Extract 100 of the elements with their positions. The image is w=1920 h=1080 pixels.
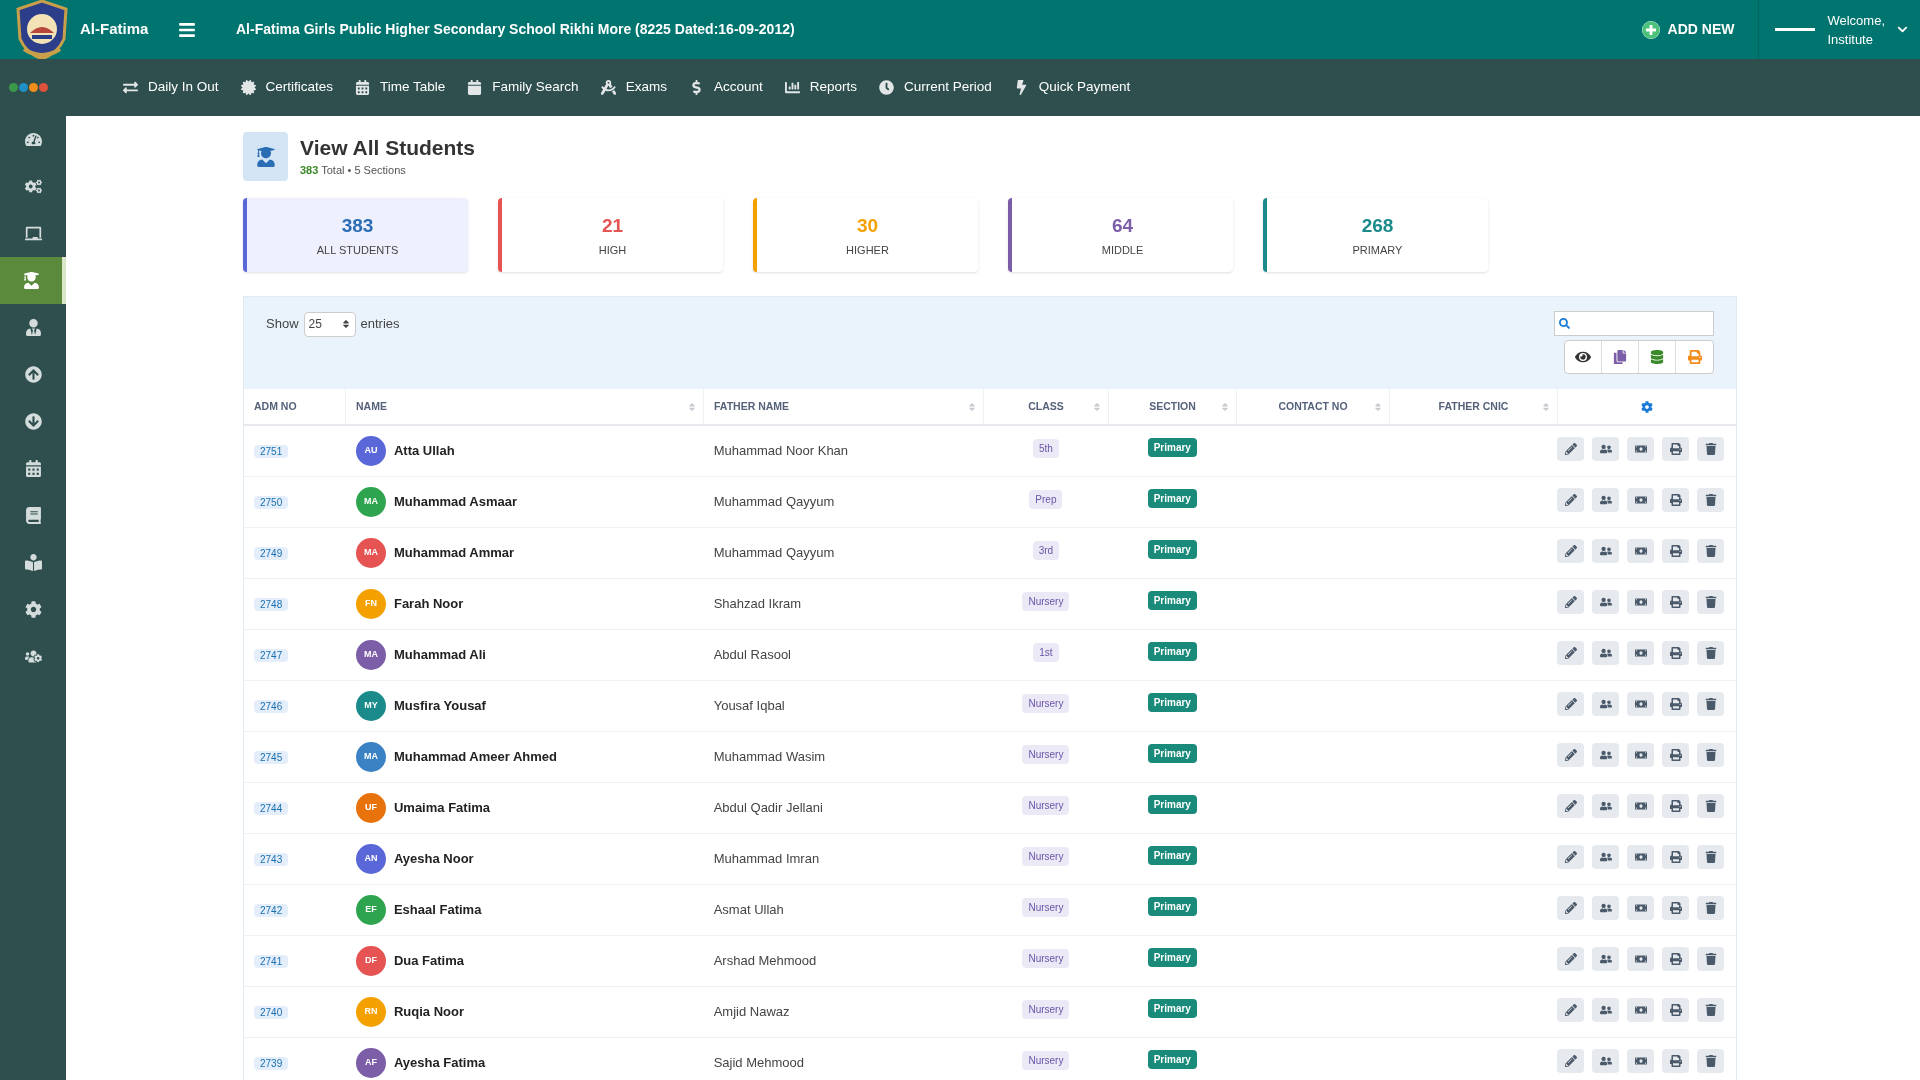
stat-card[interactable]: 383 ALL STUDENTS <box>243 198 468 272</box>
family-button[interactable] <box>1592 794 1619 818</box>
fee-button[interactable] <box>1627 437 1654 461</box>
student-name: Umaima Fatima <box>393 799 491 818</box>
edit-button[interactable] <box>1557 590 1584 614</box>
delete-button[interactable] <box>1697 947 1724 971</box>
stat-card[interactable]: 268 PRIMARY <box>1263 198 1488 272</box>
family-button[interactable] <box>1592 539 1619 563</box>
edit-button[interactable] <box>1557 896 1584 920</box>
edit-button[interactable] <box>1557 947 1584 971</box>
delete-button[interactable] <box>1697 539 1724 563</box>
edit-button[interactable] <box>1557 437 1584 461</box>
column-header[interactable]: NAME <box>356 398 387 415</box>
avatar-initials: AF <box>355 1048 386 1078</box>
print-button[interactable] <box>1662 794 1689 818</box>
fee-button[interactable] <box>1627 896 1654 920</box>
fee-button[interactable] <box>1627 794 1654 818</box>
chevron-down-icon[interactable] <box>1897 24 1908 35</box>
stat-card[interactable]: 30 HIGHER <box>753 198 978 272</box>
nav-link[interactable]: Account <box>688 77 763 98</box>
delete-button[interactable] <box>1697 896 1724 920</box>
family-button[interactable] <box>1592 488 1619 512</box>
column-header[interactable]: ADM NO <box>254 398 297 415</box>
print-button[interactable] <box>1662 1049 1689 1073</box>
edit-button[interactable] <box>1557 794 1584 818</box>
column-header[interactable]: SECTION <box>1149 398 1196 415</box>
print-button[interactable] <box>1662 743 1689 767</box>
father-name: Asmat Ullah <box>713 902 784 917</box>
edit-button[interactable] <box>1557 998 1584 1022</box>
up-arrow-icon <box>24 366 42 383</box>
family-button[interactable] <box>1592 590 1619 614</box>
print-button[interactable] <box>1662 437 1689 461</box>
father-name: Arshad Mehmood <box>713 953 817 968</box>
menu-button[interactable] <box>178 20 196 39</box>
fee-button[interactable] <box>1627 488 1654 512</box>
family-button[interactable] <box>1592 437 1619 461</box>
column-header[interactable]: FATHER NAME <box>714 398 790 415</box>
family-button[interactable] <box>1592 641 1619 665</box>
nav-link[interactable]: Daily In Out <box>123 77 219 98</box>
family-button[interactable] <box>1592 896 1619 920</box>
family-button[interactable] <box>1592 845 1619 869</box>
stat-card[interactable]: 21 HIGH <box>498 198 723 272</box>
delete-button[interactable] <box>1697 692 1724 716</box>
nav-link[interactable]: Exams <box>600 77 667 98</box>
edit-button[interactable] <box>1557 1049 1584 1073</box>
fee-button[interactable] <box>1627 845 1654 869</box>
print-button[interactable] <box>1662 896 1689 920</box>
delete-button[interactable] <box>1697 845 1724 869</box>
family-button[interactable] <box>1592 998 1619 1022</box>
delete-button[interactable] <box>1697 743 1724 767</box>
user-name: Institute <box>1827 30 1874 49</box>
edit-button[interactable] <box>1557 488 1584 512</box>
column-header[interactable]: CLASS <box>1028 398 1064 415</box>
delete-button[interactable] <box>1697 998 1724 1022</box>
family-button[interactable] <box>1592 692 1619 716</box>
fee-button[interactable] <box>1627 539 1654 563</box>
student-name: Ayesha Fatima <box>393 1054 486 1073</box>
family-button[interactable] <box>1592 743 1619 767</box>
fee-button[interactable] <box>1627 692 1654 716</box>
column-header[interactable]: FATHER CNIC <box>1438 398 1509 415</box>
fee-button[interactable] <box>1627 1049 1654 1073</box>
family-button[interactable] <box>1592 1049 1619 1073</box>
print-button[interactable] <box>1662 947 1689 971</box>
nav-link[interactable]: Quick Payment <box>1013 77 1131 98</box>
edit-button[interactable] <box>1557 692 1584 716</box>
print-button[interactable] <box>1662 998 1689 1022</box>
delete-button[interactable] <box>1697 794 1724 818</box>
delete-button[interactable] <box>1697 590 1724 614</box>
add-new-button[interactable]: ADD NEW <box>1641 19 1735 40</box>
edit-button[interactable] <box>1557 539 1584 563</box>
fee-button[interactable] <box>1627 590 1654 614</box>
print-button[interactable] <box>1662 590 1689 614</box>
stat-card[interactable]: 64 MIDDLE <box>1008 198 1233 272</box>
print-button[interactable] <box>1662 692 1689 716</box>
page-size-select[interactable]: 25 <box>303 311 356 337</box>
edit-button[interactable] <box>1557 845 1584 869</box>
delete-button[interactable] <box>1697 488 1724 512</box>
delete-button[interactable] <box>1697 1049 1724 1073</box>
nav-link[interactable]: Certificates <box>240 77 334 98</box>
fee-button[interactable] <box>1627 947 1654 971</box>
column-header[interactable]: CONTACT NO <box>1278 398 1348 415</box>
print-button[interactable] <box>1662 539 1689 563</box>
nav-link[interactable]: Family Search <box>467 77 579 98</box>
nav-link[interactable]: Time Table <box>355 77 446 98</box>
search-field[interactable] <box>1554 311 1714 336</box>
edit-button[interactable] <box>1557 743 1584 767</box>
delete-button[interactable] <box>1697 437 1724 461</box>
settings-icon[interactable] <box>1641 400 1653 413</box>
nav-link[interactable]: Current Period <box>878 77 992 98</box>
nav-link[interactable]: Reports <box>784 77 857 98</box>
fee-button[interactable] <box>1627 641 1654 665</box>
delete-button[interactable] <box>1697 641 1724 665</box>
fee-button[interactable] <box>1627 743 1654 767</box>
print-button[interactable] <box>1662 488 1689 512</box>
print-button[interactable] <box>1662 845 1689 869</box>
sidebar-item[interactable] <box>0 257 66 304</box>
print-button[interactable] <box>1662 641 1689 665</box>
family-button[interactable] <box>1592 947 1619 971</box>
edit-button[interactable] <box>1557 641 1584 665</box>
fee-button[interactable] <box>1627 998 1654 1022</box>
